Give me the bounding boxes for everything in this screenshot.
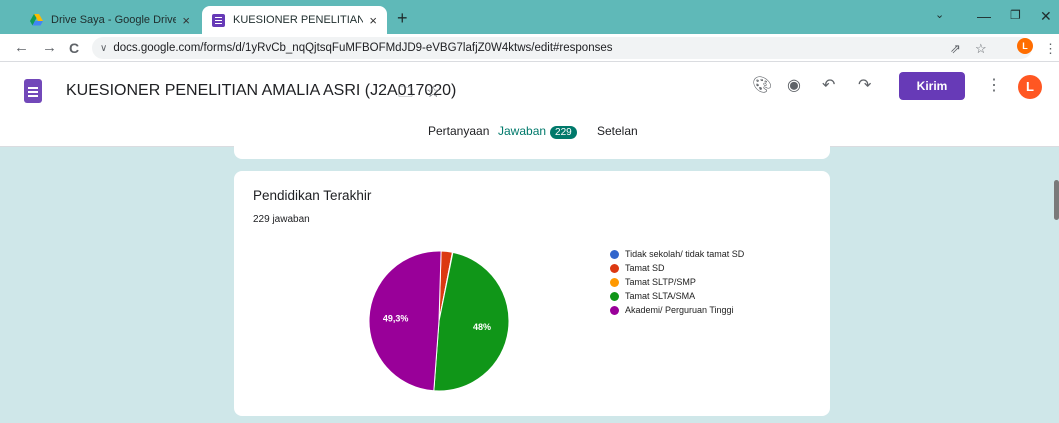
url-bar[interactable]: ∨ docs.google.com/forms/d/1yRvCb_nqQjtsq…	[92, 37, 1032, 59]
url-text: docs.google.com/forms/d/1yRvCb_nqQjtsqFu…	[113, 42, 613, 54]
new-tab-button[interactable]: +	[397, 8, 408, 28]
tab-label: Jawaban	[498, 124, 547, 138]
google-forms-icon	[212, 13, 225, 27]
browser-tab-forms[interactable]: KUESIONER PENELITIAN AMALIA ×	[202, 6, 387, 34]
close-icon[interactable]: ×	[182, 13, 190, 28]
legend-item[interactable]: Tamat SD	[610, 263, 665, 273]
tab-search-icon[interactable]: ⌄	[935, 8, 944, 21]
tab-label: Pertanyaan	[428, 124, 490, 138]
legend-item[interactable]: Tamat SLTA/SMA	[610, 291, 695, 301]
pie-data-label: 48%	[473, 322, 491, 332]
more-options-icon[interactable]: ⋮	[986, 76, 1002, 96]
tab-title: KUESIONER PENELITIAN AMALIA	[233, 14, 364, 26]
close-icon[interactable]: ×	[369, 13, 377, 28]
google-forms-logo-icon[interactable]	[24, 79, 42, 103]
browser-profile-avatar[interactable]: L	[1017, 38, 1033, 54]
legend-item[interactable]: Tidak sekolah/ tidak tamat SD	[610, 249, 744, 259]
star-icon[interactable]: ☆	[426, 83, 440, 103]
previous-question-card	[234, 140, 830, 159]
share-icon[interactable]: ⇗	[950, 41, 961, 57]
legend-swatch	[610, 291, 619, 301]
legend-label: Akademi/ Perguruan Tinggi	[625, 305, 734, 315]
legend-label: Tamat SLTP/SMP	[625, 277, 696, 287]
legend-swatch	[610, 249, 619, 259]
forward-button[interactable]: →	[42, 39, 57, 57]
tab-label: Setelan	[597, 124, 638, 138]
folder-icon[interactable]: 🗀	[398, 83, 413, 103]
legend-item[interactable]: Akademi/ Perguruan Tinggi	[610, 305, 734, 315]
browser-menu-icon[interactable]: ⋮	[1044, 41, 1057, 57]
legend-swatch	[610, 277, 619, 287]
bookmark-star-icon[interactable]: ☆	[975, 41, 987, 57]
restore-button[interactable]: ❐	[1010, 8, 1021, 22]
undo-icon[interactable]: ↶	[822, 76, 835, 96]
forms-header: KUESIONER PENELITIAN AMALIA ASRI (J2A017…	[0, 62, 1059, 147]
tab-title: Drive Saya - Google Drive	[51, 14, 177, 26]
preview-eye-icon[interactable]: ◉	[787, 76, 801, 96]
site-info-icon[interactable]: ∨	[100, 43, 107, 54]
address-bar-row: ← → C ∨ docs.google.com/forms/d/1yRvCb_n…	[0, 34, 1059, 62]
palette-icon[interactable]: 🎨︎	[752, 76, 772, 96]
legend-swatch	[610, 305, 619, 315]
legend-label: Tamat SLTA/SMA	[625, 291, 696, 301]
google-drive-icon	[30, 14, 43, 26]
pie-data-label: 49,3%	[383, 314, 409, 324]
browser-tab-strip: Drive Saya - Google Drive × KUESIONER PE…	[0, 0, 1059, 34]
page-scrollbar[interactable]	[1054, 180, 1059, 220]
legend-swatch	[610, 263, 619, 273]
legend-item[interactable]: Tamat SLTP/SMP	[610, 277, 696, 287]
browser-tab-drive[interactable]: Drive Saya - Google Drive ×	[20, 6, 200, 34]
avatar[interactable]: L	[1018, 75, 1042, 99]
back-button[interactable]: ←	[14, 39, 29, 57]
redo-icon[interactable]: ↷	[858, 76, 871, 96]
response-summary-card: Pendidikan Terakhir 229 jawaban 48% 49,3%…	[234, 171, 830, 416]
legend-label: Tamat SD	[625, 263, 665, 273]
minimize-button[interactable]: —	[977, 8, 991, 24]
send-button[interactable]: Kirim	[899, 72, 965, 100]
reload-button[interactable]: C	[69, 39, 79, 57]
pie-chart: 48% 49,3%	[368, 250, 510, 392]
legend-label: Tidak sekolah/ tidak tamat SD	[625, 249, 745, 259]
window-close-button[interactable]: ✕	[1040, 8, 1052, 25]
response-count-badge: 229	[550, 126, 577, 139]
